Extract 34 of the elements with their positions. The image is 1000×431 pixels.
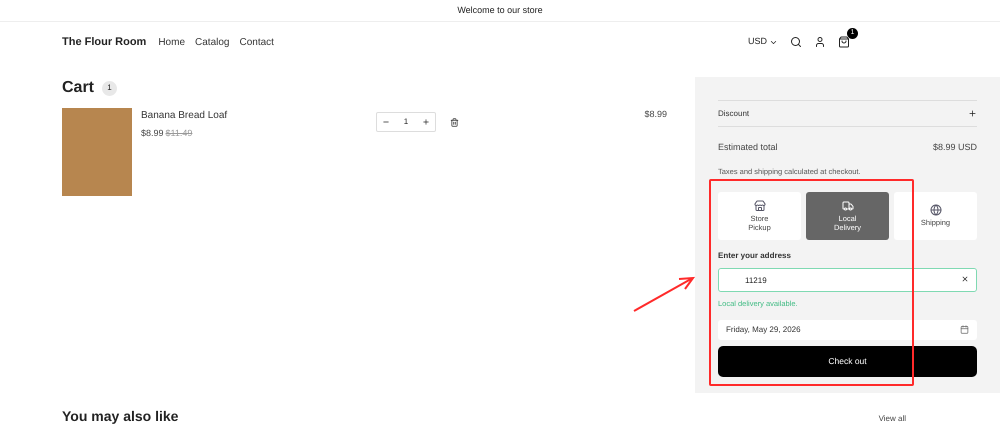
store-logo[interactable]: The Flour Room [62, 34, 146, 50]
globe-icon [930, 204, 942, 216]
cart-icon[interactable] [838, 36, 850, 48]
calendar-icon[interactable] [960, 325, 969, 334]
cart-count-badge: 1 [102, 80, 118, 96]
cart-title: Cart [62, 78, 94, 98]
estimated-total-label: Estimated total [718, 141, 778, 154]
plus-icon[interactable] [968, 109, 977, 118]
plus-icon[interactable] [422, 118, 430, 126]
truck-icon [842, 200, 854, 212]
account-icon[interactable] [814, 36, 826, 48]
search-icon[interactable] [790, 36, 802, 48]
estimated-total-value: $8.99 USD [932, 141, 977, 154]
view-all-link[interactable]: View all [878, 413, 906, 425]
announcement-text: Welcome to our store [457, 4, 543, 17]
product-price: $8.99 [141, 127, 164, 140]
clear-icon[interactable] [961, 274, 969, 283]
compare-price: $11.49 [166, 127, 192, 140]
line-total: $8.99 [644, 108, 667, 121]
checkout-button[interactable]: Check out [718, 346, 977, 376]
section-title: You may also like [62, 407, 178, 425]
nav-link[interactable]: Home [158, 34, 186, 50]
currency-selector[interactable]: USD [748, 35, 778, 49]
trash-icon[interactable] [450, 118, 459, 127]
store-icon [754, 200, 766, 212]
quantity-value[interactable]: 1 [404, 116, 408, 128]
address-label: Enter your address [718, 250, 792, 262]
annotation-arrow [633, 275, 695, 313]
product-name[interactable]: Banana Bread Loaf [141, 108, 376, 123]
discount-label: Discount [718, 108, 750, 120]
nav-link[interactable]: Contact [239, 34, 274, 50]
nav-link[interactable]: Catalog [195, 34, 230, 50]
date-field[interactable]: Friday, May 29, 2026 [718, 320, 977, 340]
address-field[interactable]: 11219 [718, 268, 977, 292]
